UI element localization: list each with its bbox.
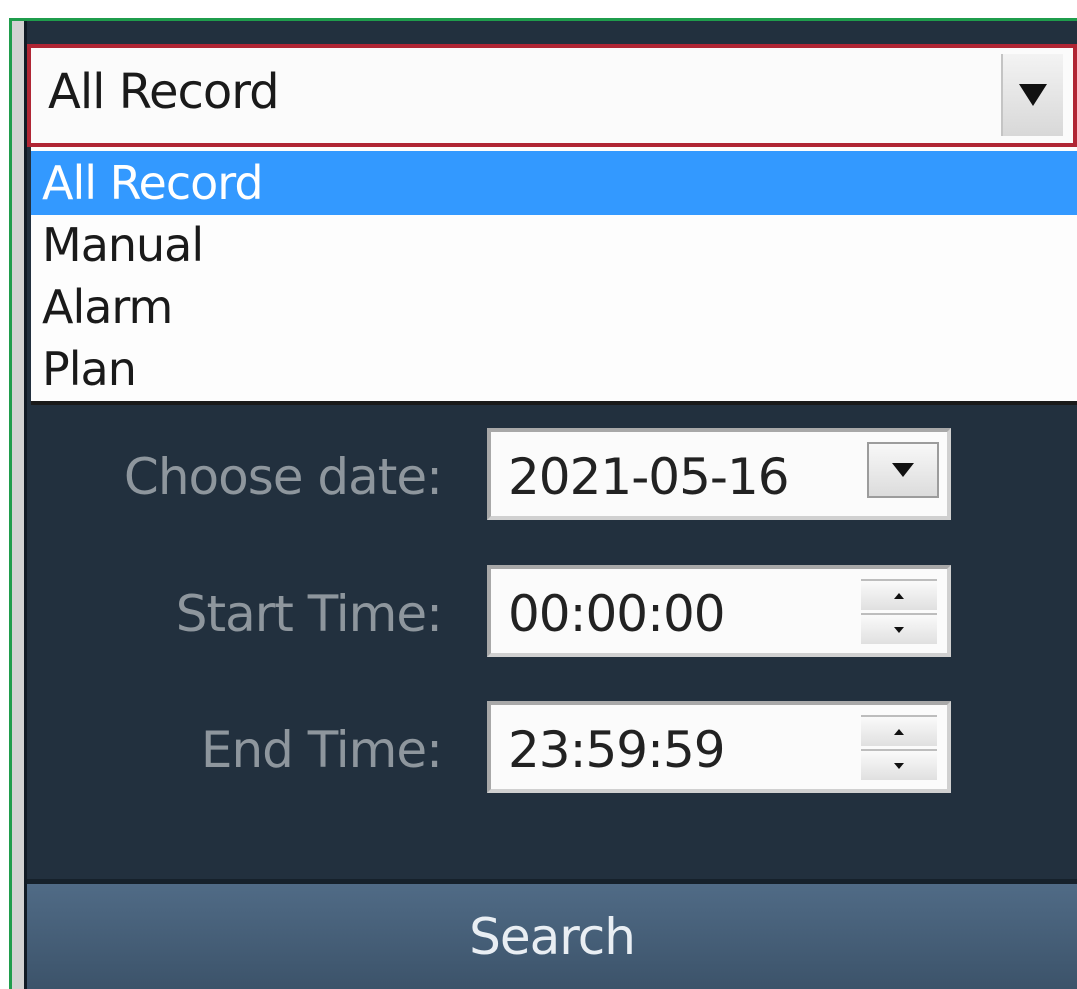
date-value: 2021-05-16 (508, 448, 790, 506)
start-time-decrement-button[interactable] (861, 613, 937, 644)
start-time-value: 00:00:00 (508, 585, 726, 643)
record-option-plan[interactable]: Plan (31, 337, 1077, 401)
date-picker-button[interactable] (867, 442, 939, 498)
start-time-spinner (861, 579, 937, 645)
record-type-dropdown-button[interactable] (1001, 54, 1063, 136)
end-time-value: 23:59:59 (508, 721, 726, 779)
end-time-increment-button[interactable] (861, 715, 937, 746)
chevron-down-icon (892, 463, 914, 477)
record-type-select[interactable]: All Record (27, 44, 1077, 147)
end-time-decrement-button[interactable] (861, 749, 937, 780)
end-time-spinner (861, 715, 937, 781)
choose-date-label: Choose date: (123, 448, 443, 506)
date-field[interactable]: 2021-05-16 (487, 428, 951, 520)
start-time-label: Start Time: (175, 585, 443, 643)
start-time-field[interactable]: 00:00:00 (487, 565, 951, 657)
spin-down-icon (894, 762, 904, 769)
panel-divider (24, 21, 27, 989)
record-option-alarm[interactable]: Alarm (31, 275, 1077, 339)
start-time-increment-button[interactable] (861, 579, 937, 610)
spin-up-icon (894, 592, 904, 599)
spin-down-icon (894, 626, 904, 633)
chevron-down-icon (1019, 84, 1047, 106)
record-option-all-record[interactable]: All Record (31, 151, 1077, 215)
end-time-label: End Time: (200, 721, 443, 779)
end-time-field[interactable]: 23:59:59 (487, 701, 951, 793)
spin-up-icon (894, 728, 904, 735)
record-type-value: All Record (48, 64, 280, 120)
search-button[interactable]: Search (27, 884, 1077, 989)
record-option-manual[interactable]: Manual (31, 213, 1077, 277)
record-type-list: All Record Manual Alarm Plan (31, 147, 1077, 405)
